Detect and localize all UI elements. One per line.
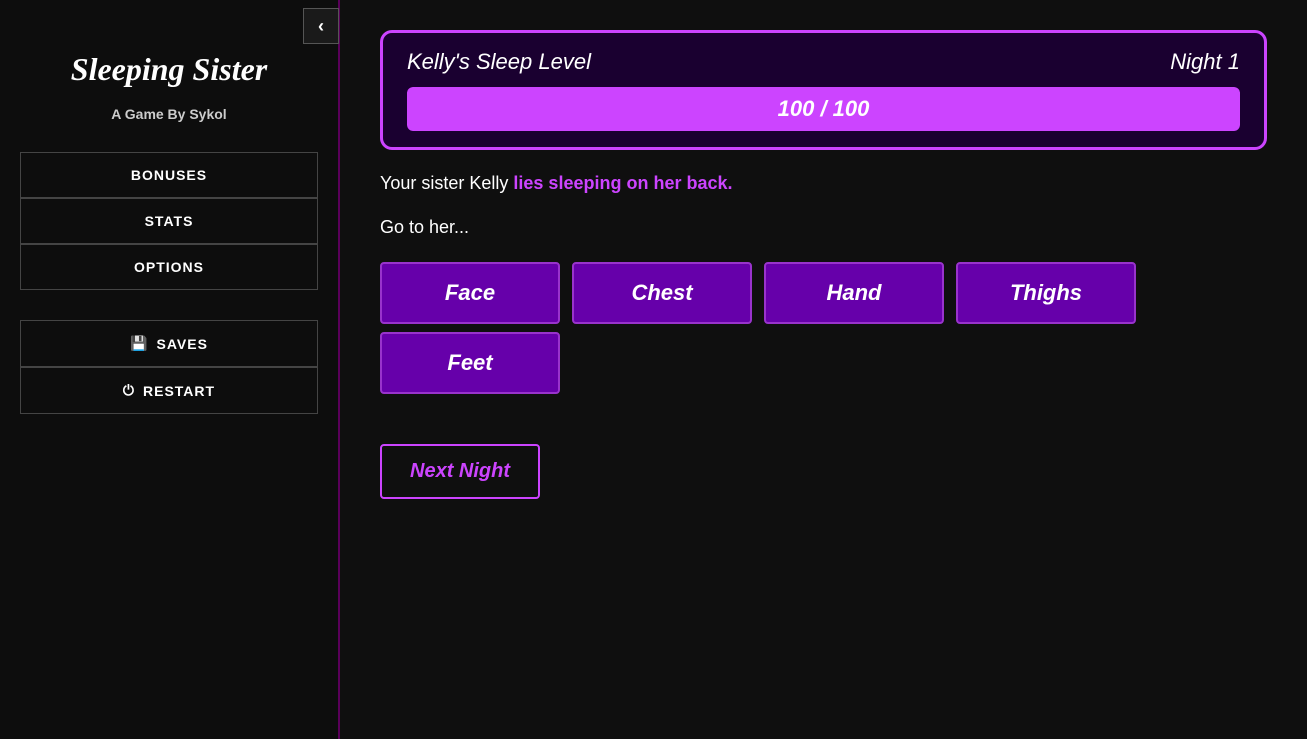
choices-grid: Face Chest Hand Thighs Feet [380, 262, 1267, 394]
bonuses-button[interactable]: BONUSES [20, 152, 318, 198]
choice-chest-button[interactable]: Chest [572, 262, 752, 324]
restart-icon: ⏻ [123, 382, 135, 399]
night-label: Night 1 [1170, 49, 1240, 75]
sleep-bar-inner: 100 / 100 [407, 87, 1240, 131]
restart-button[interactable]: ⏻ RESTART [20, 367, 318, 414]
sleep-level-header: Kelly's Sleep Level Night 1 [407, 49, 1240, 75]
saves-button[interactable]: 💾 SAVES [20, 320, 318, 367]
stats-button[interactable]: STATS [20, 198, 318, 244]
choice-feet-button[interactable]: Feet [380, 332, 560, 394]
choices-row-1: Face Chest Hand Thighs [380, 262, 1267, 324]
sleep-level-box: Kelly's Sleep Level Night 1 100 / 100 [380, 30, 1267, 150]
sidebar: ‹ Sleeping Sister A Game By Sykol BONUSE… [0, 0, 340, 739]
chevron-left-icon: ‹ [318, 16, 324, 37]
main-content: Kelly's Sleep Level Night 1 100 / 100 Yo… [340, 0, 1307, 739]
choice-thighs-button[interactable]: Thighs [956, 262, 1136, 324]
sleep-bar-outer: 100 / 100 [407, 87, 1240, 131]
save-icon: 💾 [130, 335, 148, 352]
choice-face-button[interactable]: Face [380, 262, 560, 324]
description-text: Your sister Kelly lies sleeping on her b… [380, 170, 1267, 197]
goto-label: Go to her... [380, 217, 1267, 238]
options-button[interactable]: OPTIONS [20, 244, 318, 290]
sleep-level-label: Kelly's Sleep Level [407, 49, 591, 75]
sleep-bar-text: 100 / 100 [778, 96, 870, 122]
description-part1: Your sister Kelly [380, 173, 513, 193]
nav-menu: BONUSES STATS OPTIONS [0, 152, 338, 290]
collapse-button[interactable]: ‹ [303, 8, 339, 44]
action-menu: 💾 SAVES ⏻ RESTART [0, 320, 338, 414]
app-title: Sleeping Sister [71, 50, 267, 88]
choice-hand-button[interactable]: Hand [764, 262, 944, 324]
description-highlight: lies sleeping on her back. [513, 173, 732, 193]
next-night-button[interactable]: Next Night [380, 444, 540, 499]
app-subtitle: A Game By Sykol [111, 106, 226, 122]
choices-row-2: Feet [380, 332, 1267, 394]
